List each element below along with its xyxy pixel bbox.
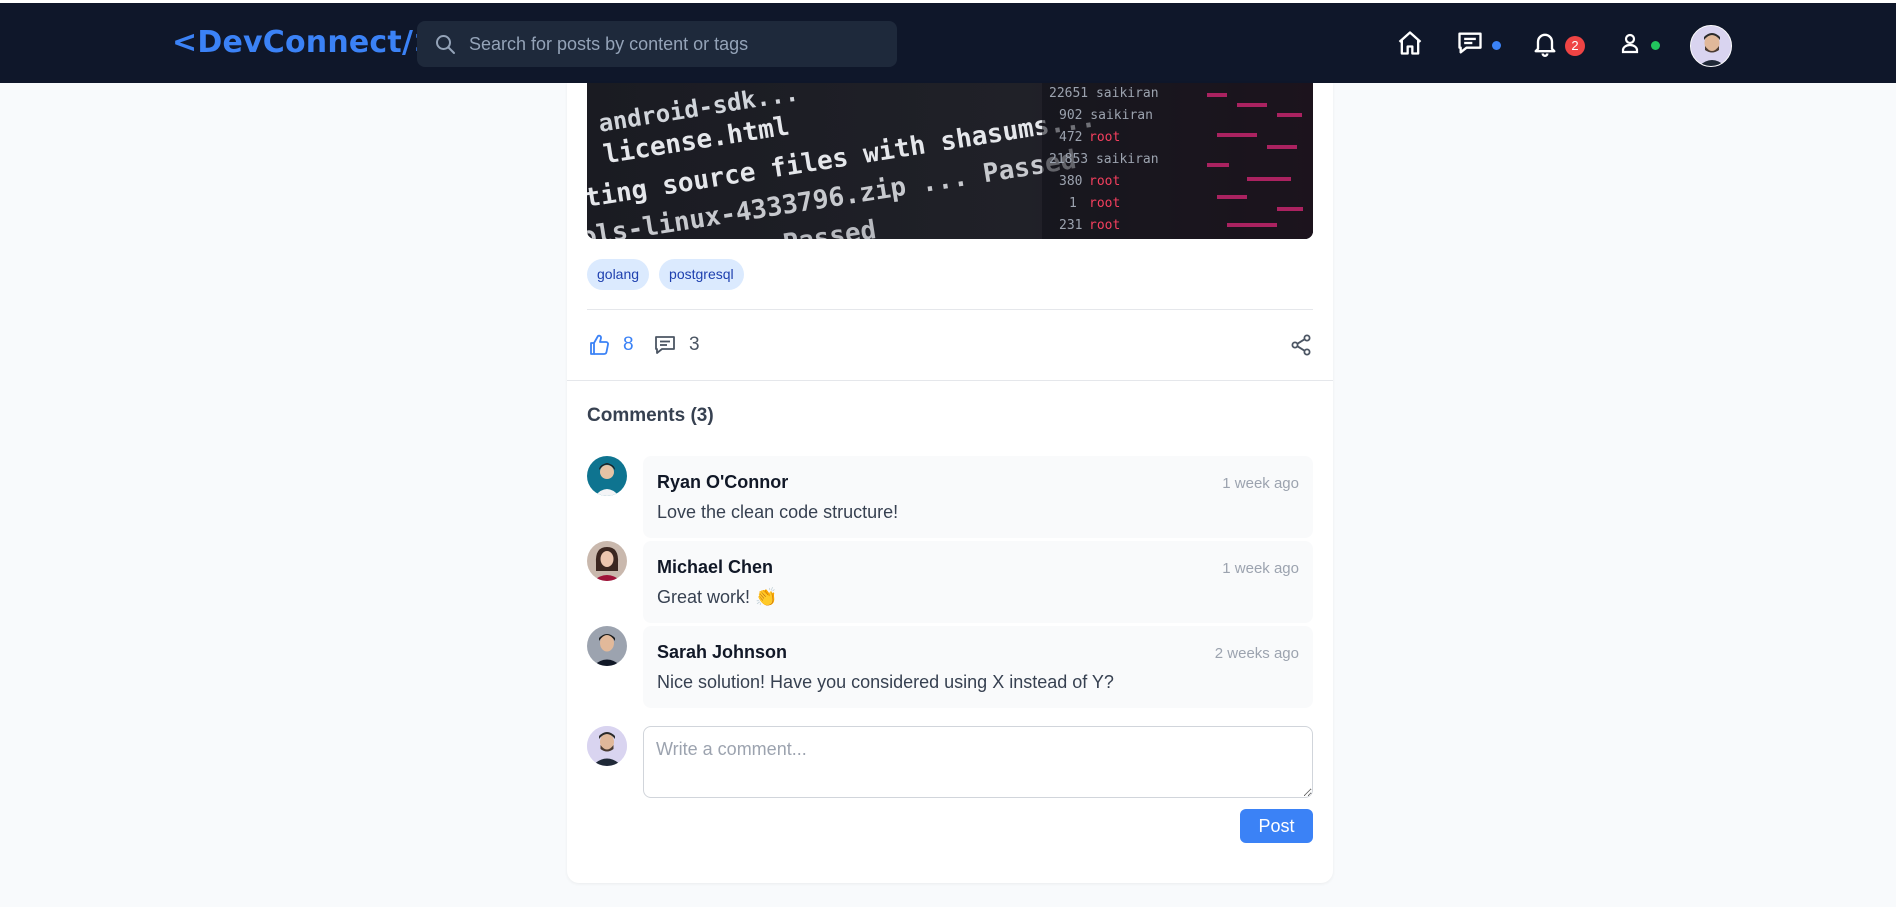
divider <box>567 380 1333 381</box>
svg-text:902 saikiran: 902 saikiran <box>1059 108 1153 123</box>
comment-text: Great work! 👏 <box>657 587 778 607</box>
avatar[interactable] <box>587 626 627 666</box>
comment-bubble: Sarah Johnson 2 weeks ago Nice solution!… <box>643 626 1313 708</box>
svg-text:1: 1 <box>1069 196 1077 211</box>
comment-button[interactable]: 3 <box>653 333 700 357</box>
logo[interactable]: <DevConnect/> <box>172 25 438 60</box>
comment-timestamp: 1 week ago <box>1222 475 1299 492</box>
comment-timestamp: 1 week ago <box>1222 560 1299 577</box>
divider <box>587 309 1313 310</box>
tag-golang[interactable]: golang <box>587 259 650 290</box>
comment-bubble: Michael Chen 1 week ago Great work! 👏 <box>643 541 1313 623</box>
post-image: android-sdk... license.html ting source … <box>587 83 1313 239</box>
user-icon[interactable] <box>1615 28 1645 58</box>
avatar[interactable] <box>587 541 627 581</box>
svg-text:472: 472 <box>1059 130 1082 145</box>
svg-text:21853 saikiran: 21853 saikiran <box>1049 152 1159 167</box>
post-card: android-sdk... license.html ting source … <box>567 83 1333 883</box>
comment-icon <box>655 336 675 354</box>
home-icon[interactable] <box>1395 28 1425 58</box>
comment-author[interactable]: Sarah Johnson <box>657 642 787 663</box>
comment-item: Sarah Johnson 2 weeks ago Nice solution!… <box>587 626 1313 708</box>
svg-text:22651 saikiran: 22651 saikiran <box>1049 86 1159 101</box>
comments-heading: Comments (3) <box>587 405 714 426</box>
comment-count: 3 <box>689 334 700 355</box>
comment-item: Ryan O'Connor 1 week ago Love the clean … <box>587 456 1313 538</box>
svg-text:root: root <box>1089 174 1120 189</box>
post-tags: golang postgresql <box>587 259 744 290</box>
comment-input[interactable] <box>643 726 1313 798</box>
post-comment-button[interactable]: Post <box>1240 809 1313 843</box>
current-user-avatar <box>587 726 627 766</box>
user-avatar[interactable] <box>1690 25 1732 67</box>
comment-bubble: Ryan O'Connor 1 week ago Love the clean … <box>643 456 1313 538</box>
bell-icon[interactable] <box>1530 28 1560 58</box>
tag-postgresql[interactable]: postgresql <box>659 259 744 290</box>
notification-badge: 2 <box>1565 36 1585 56</box>
avatar[interactable] <box>587 456 627 496</box>
comment-author[interactable]: Michael Chen <box>657 557 773 578</box>
messages-unread-dot <box>1492 41 1501 50</box>
comment-text: Nice solution! Have you considered using… <box>657 672 1114 692</box>
search-bar[interactable] <box>417 21 897 67</box>
share-button[interactable] <box>1289 333 1313 357</box>
comment-text: Love the clean code structure! <box>657 502 899 522</box>
post-actions: 8 3 <box>587 333 1313 363</box>
svg-text:root: root <box>1089 130 1120 145</box>
svg-text:380: 380 <box>1059 174 1082 189</box>
share-icon <box>1291 334 1311 356</box>
svg-text:root: root <box>1089 196 1120 211</box>
top-navbar: <DevConnect/> 2 <box>0 0 1896 83</box>
like-button[interactable]: 8 <box>587 333 634 357</box>
online-status-dot <box>1651 41 1660 50</box>
messages-icon[interactable] <box>1455 28 1485 58</box>
comment-author[interactable]: Ryan O'Connor <box>657 472 788 493</box>
comment-item: Michael Chen 1 week ago Great work! 👏 <box>587 541 1313 623</box>
comment-timestamp: 2 weeks ago <box>1214 645 1299 662</box>
thumbs-up-icon <box>590 334 609 355</box>
svg-text:root: root <box>1089 218 1120 233</box>
svg-text:231: 231 <box>1059 218 1082 233</box>
like-count: 8 <box>623 334 634 355</box>
search-input[interactable] <box>469 33 869 55</box>
search-icon <box>436 35 455 54</box>
